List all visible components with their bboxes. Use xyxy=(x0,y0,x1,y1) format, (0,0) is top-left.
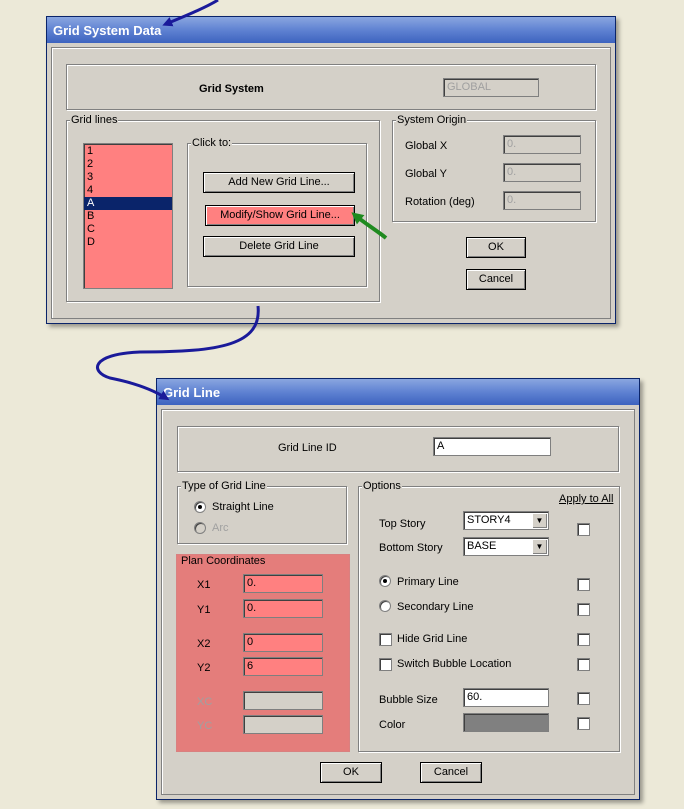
grid-line-titlebar[interactable]: Grid Line xyxy=(157,379,639,405)
straight-line-label: Straight Line xyxy=(212,501,274,513)
grid-lines-listbox[interactable]: 1 2 3 4 A B C D xyxy=(83,143,173,289)
grid-line-id-field[interactable]: A xyxy=(433,437,551,456)
global-x-field[interactable]: 0. xyxy=(503,135,581,154)
grid-lines-legend: Grid lines xyxy=(70,113,119,127)
options-group: Options Apply to All Top Story STORY4 ▼ … xyxy=(358,479,620,752)
bubble-size-field[interactable]: 60. xyxy=(463,688,549,707)
color-apply-checkbox[interactable] xyxy=(577,717,590,730)
grid-line-window: Grid Line Grid Line ID A Type of Grid Li… xyxy=(156,378,640,800)
bottom-story-value: BASE xyxy=(467,540,497,552)
hide-grid-line-apply-checkbox[interactable] xyxy=(577,633,590,646)
system-origin-legend: System Origin xyxy=(396,113,468,127)
click-to-group: Click to: Add New Grid Line... Modify/Sh… xyxy=(187,136,367,287)
grid-system-field[interactable]: GLOBAL xyxy=(443,78,539,97)
grid-line-item[interactable]: 4 xyxy=(84,184,172,197)
cancel-button[interactable]: Cancel xyxy=(466,269,526,290)
y1-field[interactable]: 0. xyxy=(243,599,323,618)
modify-show-grid-line-button[interactable]: Modify/Show Grid Line... xyxy=(205,205,355,226)
apply-to-all-label: Apply to All xyxy=(559,493,614,505)
grid-line-item[interactable]: C xyxy=(84,223,172,236)
grid-line-id-label: Grid Line ID xyxy=(278,442,337,454)
ok-button[interactable]: OK xyxy=(320,762,382,783)
grid-system-label: Grid System xyxy=(199,83,264,95)
primary-line-label: Primary Line xyxy=(397,576,459,588)
bottom-story-dropdown[interactable]: BASE ▼ xyxy=(463,537,549,556)
hide-grid-line-label: Hide Grid Line xyxy=(397,633,468,645)
global-x-label: Global X xyxy=(405,140,448,152)
switch-bubble-label: Switch Bubble Location xyxy=(397,658,512,670)
x2-field[interactable]: 0 xyxy=(243,633,323,652)
switch-bubble-checkbox[interactable] xyxy=(379,658,392,671)
click-to-legend: Click to: xyxy=(191,136,233,150)
top-story-label: Top Story xyxy=(379,518,426,530)
color-swatch[interactable] xyxy=(463,713,549,732)
secondary-line-radio[interactable] xyxy=(379,600,391,612)
type-of-grid-line-legend: Type of Grid Line xyxy=(181,479,267,493)
arc-label: Arc xyxy=(212,522,229,534)
top-story-dropdown[interactable]: STORY4 ▼ xyxy=(463,511,549,530)
options-legend: Options xyxy=(362,479,402,493)
grid-line-client: Grid Line ID A Type of Grid Line Straigh… xyxy=(161,409,635,795)
grid-system-data-titlebar[interactable]: Grid System Data xyxy=(47,17,615,43)
cancel-button[interactable]: Cancel xyxy=(420,762,482,783)
arc-radio[interactable] xyxy=(194,522,206,534)
color-label: Color xyxy=(379,719,406,731)
y1-label: Y1 xyxy=(197,604,211,616)
y2-label: Y2 xyxy=(197,662,211,674)
switch-bubble-apply-checkbox[interactable] xyxy=(577,658,590,671)
grid-line-item[interactable]: 2 xyxy=(84,158,172,171)
top-story-apply-checkbox[interactable] xyxy=(577,523,590,536)
rotation-label: Rotation (deg) xyxy=(405,196,475,208)
chevron-down-icon[interactable]: ▼ xyxy=(532,539,547,554)
grid-system-data-window: Grid System Data Grid System GLOBAL Grid… xyxy=(46,16,616,324)
x1-field[interactable]: 0. xyxy=(243,574,323,593)
grid-system-group: Grid System GLOBAL xyxy=(66,64,596,110)
xc-label: XC xyxy=(197,696,213,708)
chevron-down-icon[interactable]: ▼ xyxy=(532,513,547,528)
hide-grid-line-checkbox[interactable] xyxy=(379,633,392,646)
global-y-field[interactable]: 0. xyxy=(503,163,581,182)
plan-coordinates-legend: Plan Coordinates xyxy=(181,555,266,567)
straight-line-radio[interactable] xyxy=(194,501,206,513)
x1-label: X1 xyxy=(197,579,211,591)
rotation-field[interactable]: 0. xyxy=(503,191,581,210)
type-of-grid-line-group: Type of Grid Line Straight Line Arc xyxy=(177,479,347,544)
bottom-story-label: Bottom Story xyxy=(379,542,443,554)
grid-line-item[interactable]: 3 xyxy=(84,171,172,184)
primary-line-apply-checkbox[interactable] xyxy=(577,578,590,591)
yc-field[interactable] xyxy=(243,715,323,734)
grid-line-id-group: Grid Line ID A xyxy=(177,426,619,472)
add-grid-line-button[interactable]: Add New Grid Line... xyxy=(203,172,355,193)
bubble-size-apply-checkbox[interactable] xyxy=(577,692,590,705)
secondary-line-label: Secondary Line xyxy=(397,601,474,613)
grid-line-item-selected[interactable]: A xyxy=(84,197,172,210)
global-y-label: Global Y xyxy=(405,168,447,180)
plan-coordinates-panel: Plan Coordinates X1 0. Y1 0. X2 0 Y2 6 X… xyxy=(176,554,350,752)
delete-grid-line-button[interactable]: Delete Grid Line xyxy=(203,236,355,257)
secondary-line-apply-checkbox[interactable] xyxy=(577,603,590,616)
x2-label: X2 xyxy=(197,638,211,650)
grid-lines-group: Grid lines 1 2 3 4 A B C D Click to: Add… xyxy=(66,113,380,302)
y2-field[interactable]: 6 xyxy=(243,657,323,676)
primary-line-radio[interactable] xyxy=(379,575,391,587)
xc-field[interactable] xyxy=(243,691,323,710)
bubble-size-label: Bubble Size xyxy=(379,694,438,706)
top-story-value: STORY4 xyxy=(467,514,511,526)
grid-system-data-client: Grid System GLOBAL Grid lines 1 2 3 4 A … xyxy=(51,47,611,319)
ok-button[interactable]: OK xyxy=(466,237,526,258)
yc-label: YC xyxy=(197,720,213,732)
grid-line-item[interactable]: 1 xyxy=(84,145,172,158)
grid-line-item[interactable]: B xyxy=(84,210,172,223)
system-origin-group: System Origin Global X 0. Global Y 0. Ro… xyxy=(392,113,596,222)
grid-line-item[interactable]: D xyxy=(84,236,172,249)
